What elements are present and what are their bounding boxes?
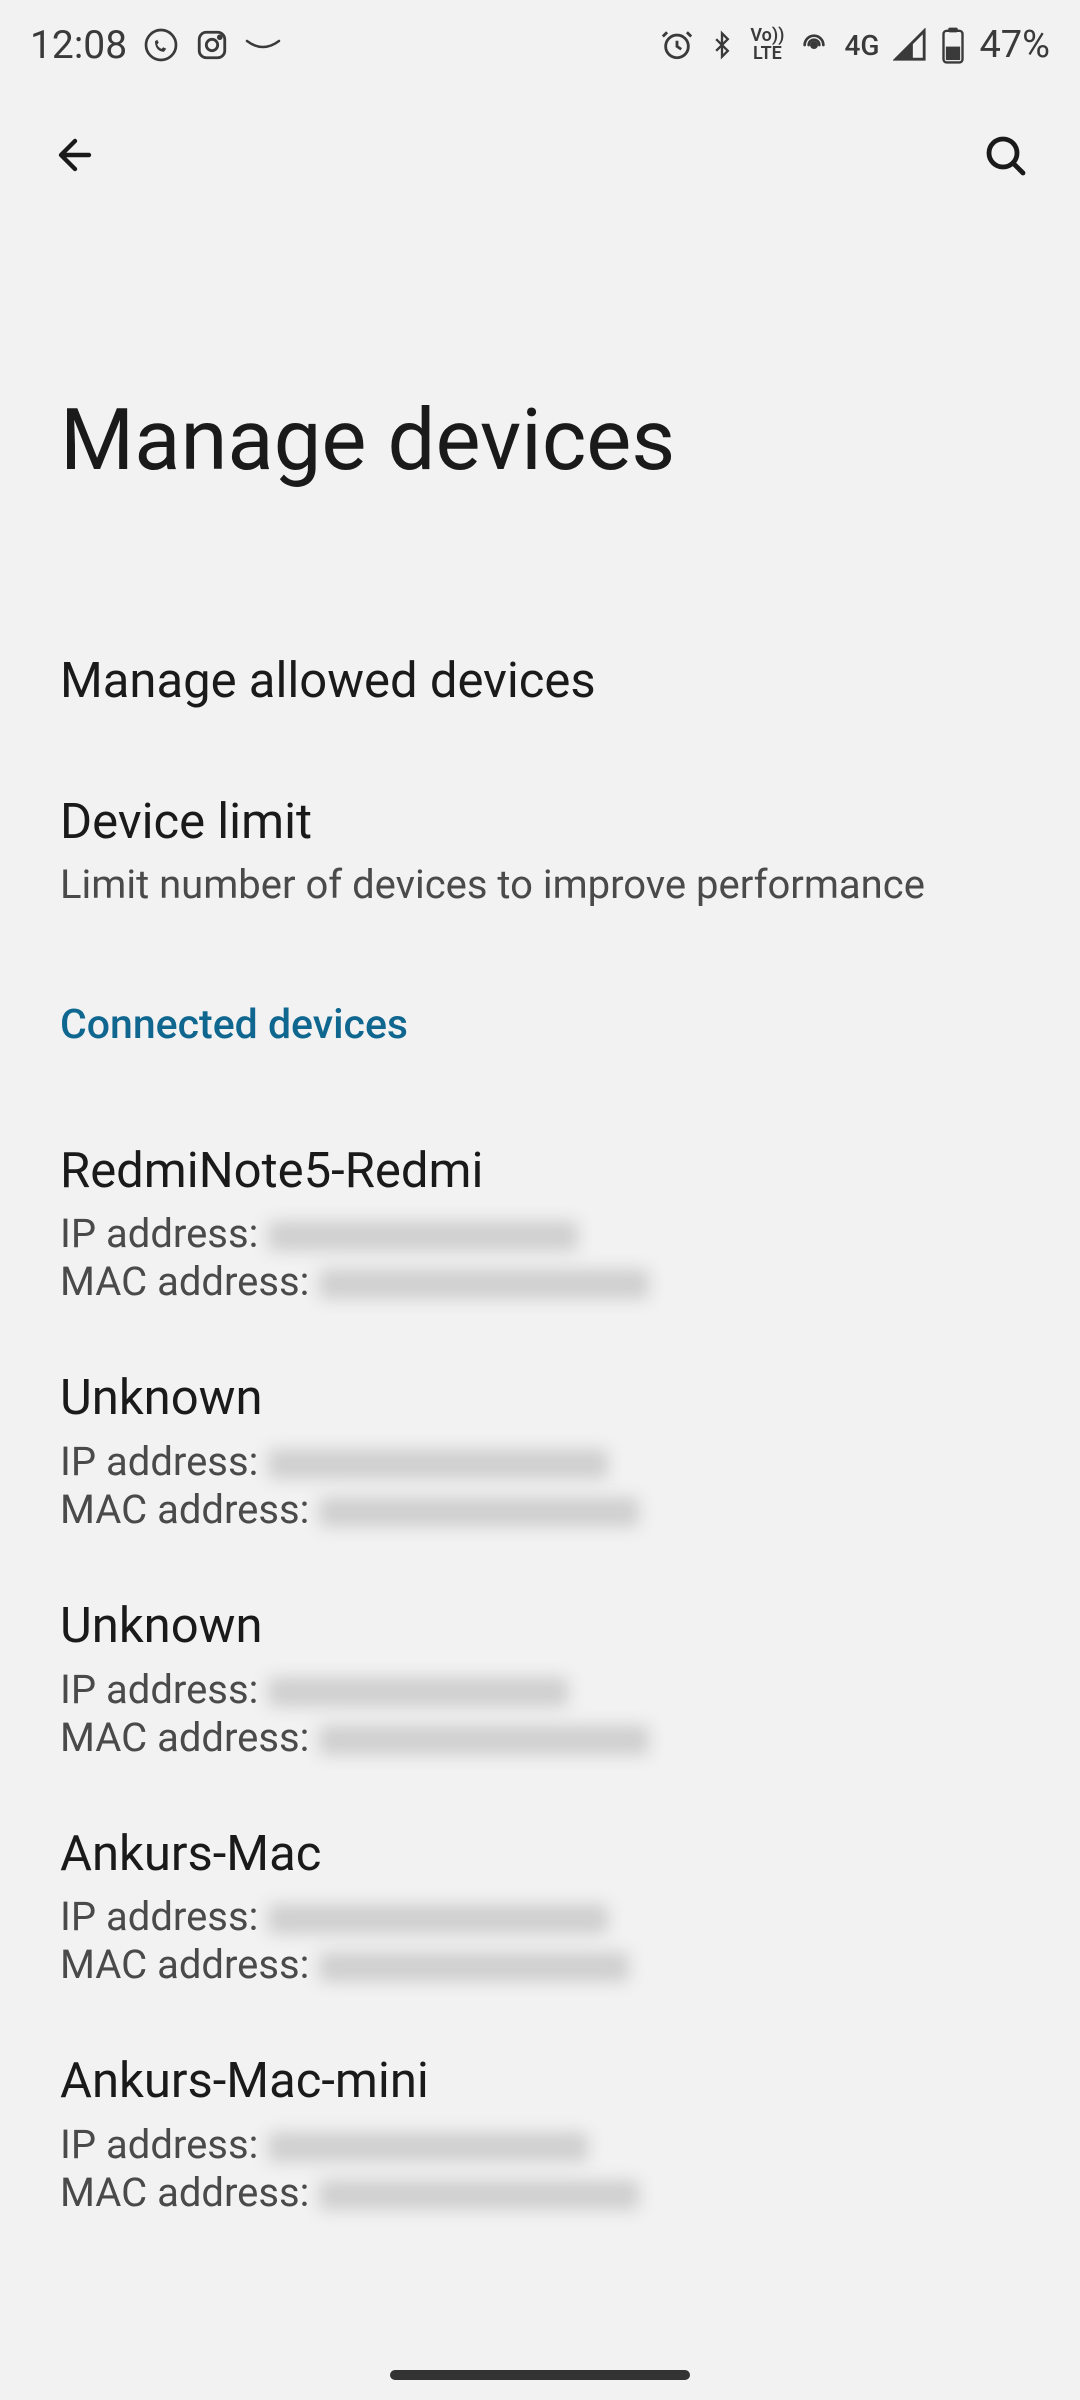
device-name: Unknown — [60, 1594, 1020, 1658]
back-button[interactable] — [40, 120, 110, 190]
signal-icon — [893, 28, 927, 62]
device-mac: MAC address: — [60, 1941, 1020, 1989]
device-ip: IP address: — [60, 1210, 1020, 1258]
device-ip: IP address: — [60, 1666, 1020, 1714]
back-arrow-icon — [51, 131, 99, 179]
whatsapp-icon — [143, 27, 179, 63]
volte-icon: Vo)) LTE — [750, 27, 784, 63]
devices-list: RedmiNote5-RedmiIP address:MAC address:U… — [60, 1079, 1020, 2217]
device-ip: IP address: — [60, 2121, 1020, 2169]
device-name: RedmiNote5-Redmi — [60, 1139, 1020, 1203]
device-mac: MAC address: — [60, 1258, 1020, 1306]
device-item[interactable]: Ankurs-Mac IP address:MAC address: — [60, 1762, 1020, 1990]
redacted-value — [319, 1497, 639, 1527]
manage-allowed-devices[interactable]: Manage allowed devices — [60, 610, 1020, 751]
device-limit[interactable]: Device limit Limit number of devices to … — [60, 751, 1020, 950]
status-bar: 12:08 — [0, 0, 1080, 90]
device-name: Ankurs-Mac-mini — [60, 2049, 1020, 2113]
device-name: Ankurs-Mac — [60, 1822, 1020, 1886]
amazon-icon — [245, 35, 281, 55]
device-item[interactable]: Ankurs-Mac-mini IP address:MAC address: — [60, 1989, 1020, 2217]
item-title: Manage allowed devices — [60, 650, 1020, 711]
page-title: Manage devices — [0, 190, 1080, 610]
search-button[interactable] — [970, 120, 1040, 190]
redacted-value — [319, 1269, 649, 1299]
battery-percent: 47% — [979, 23, 1050, 67]
item-title: Device limit — [60, 791, 1020, 852]
device-item[interactable]: RedmiNote5-Redmi IP address:MAC address: — [60, 1079, 1020, 1307]
navigation-handle[interactable] — [390, 2370, 690, 2380]
search-icon — [981, 131, 1029, 179]
redacted-value — [268, 1221, 578, 1251]
hotspot-icon — [798, 29, 830, 61]
device-item[interactable]: Unknown IP address:MAC address: — [60, 1306, 1020, 1534]
bluetooth-icon — [708, 28, 736, 62]
status-bar-right: Vo)) LTE 4G 47% — [660, 23, 1050, 67]
redacted-value — [268, 1677, 568, 1707]
alarm-icon — [660, 28, 694, 62]
section-header-connected: Connected devices — [60, 951, 1020, 1079]
app-bar — [0, 90, 1080, 190]
redacted-value — [268, 1904, 608, 1934]
device-mac: MAC address: — [60, 2169, 1020, 2217]
device-name: Unknown — [60, 1366, 1020, 1430]
device-ip: IP address: — [60, 1893, 1020, 1941]
redacted-value — [319, 1725, 649, 1755]
redacted-value — [319, 1952, 629, 1982]
battery-icon — [941, 26, 965, 64]
status-bar-left: 12:08 — [30, 22, 281, 68]
device-mac: MAC address: — [60, 1714, 1020, 1762]
redacted-value — [319, 2180, 639, 2210]
device-item[interactable]: Unknown IP address:MAC address: — [60, 1534, 1020, 1762]
settings-list: Manage allowed devices Device limit Limi… — [0, 610, 1080, 2217]
redacted-value — [268, 1449, 608, 1479]
device-ip: IP address: — [60, 1438, 1020, 1486]
instagram-icon — [195, 28, 229, 62]
device-mac: MAC address: — [60, 1486, 1020, 1534]
status-time: 12:08 — [30, 22, 127, 68]
redacted-value — [268, 2132, 588, 2162]
item-subtitle: Limit number of devices to improve perfo… — [60, 859, 1020, 911]
network-type: 4G — [844, 29, 879, 62]
